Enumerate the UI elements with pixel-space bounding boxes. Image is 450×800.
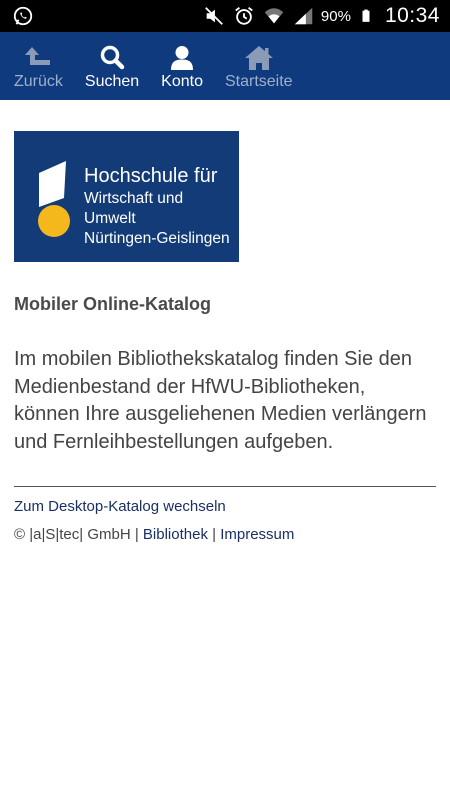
university-logo: Hochschule für Wirtschaft und Umwelt Nür… xyxy=(14,131,239,262)
nav-account-label: Konto xyxy=(161,73,203,90)
logo-text: Hochschule für Wirtschaft und Umwelt Nür… xyxy=(84,165,239,249)
alarm-clock-icon xyxy=(235,7,253,25)
home-icon xyxy=(244,46,273,70)
clock: 10:34 xyxy=(384,4,440,27)
logo-line-1: Hochschule für xyxy=(84,165,218,187)
user-icon xyxy=(171,46,194,70)
mute-icon xyxy=(205,7,223,25)
page-title: Mobiler Online-Katalog xyxy=(14,294,212,314)
logo-emblem-icon xyxy=(38,161,70,237)
library-link[interactable]: Bibliothek xyxy=(143,526,208,543)
intro-text: Im mobilen Bibliothekskatalog finden Sie… xyxy=(14,348,427,453)
copyright-text: © |a|S|tec| GmbH xyxy=(14,526,131,543)
status-bar: 90% 10:34 xyxy=(0,0,450,32)
navbar: Zurück Suchen Konto Startseite xyxy=(0,32,450,100)
logo-line-3: Nürtingen-Geislingen xyxy=(84,230,230,247)
main-content: Hochschule für Wirtschaft und Umwelt Nür… xyxy=(14,131,436,456)
nav-search-label: Suchen xyxy=(84,73,140,90)
nav-home-label: Startseite xyxy=(224,73,293,90)
nav-back-button[interactable]: Zurück xyxy=(14,32,63,91)
footer: © |a|S|tec| GmbH | Bibliothek | Impressu… xyxy=(14,526,294,543)
wifi-icon xyxy=(264,8,284,24)
desktop-catalog-link[interactable]: Zum Desktop-Katalog wechseln xyxy=(14,498,226,515)
nav-account-button[interactable]: Konto xyxy=(161,32,203,91)
footer-separator: | xyxy=(134,526,139,543)
search-icon xyxy=(100,45,125,70)
imprint-link[interactable]: Impressum xyxy=(220,526,294,543)
nav-back-label: Zurück xyxy=(14,73,63,90)
footer-separator: | xyxy=(212,526,217,543)
back-arrow-icon xyxy=(25,47,51,65)
whatsapp-icon xyxy=(13,6,33,26)
logo-line-2: Wirtschaft und Umwelt xyxy=(84,190,184,227)
battery-icon xyxy=(362,9,370,22)
nav-home-button[interactable]: Startseite xyxy=(225,32,293,91)
nav-search-button[interactable]: Suchen xyxy=(85,32,139,91)
signal-icon xyxy=(294,7,313,25)
divider xyxy=(14,486,436,487)
battery-percent: 90% xyxy=(320,7,351,25)
